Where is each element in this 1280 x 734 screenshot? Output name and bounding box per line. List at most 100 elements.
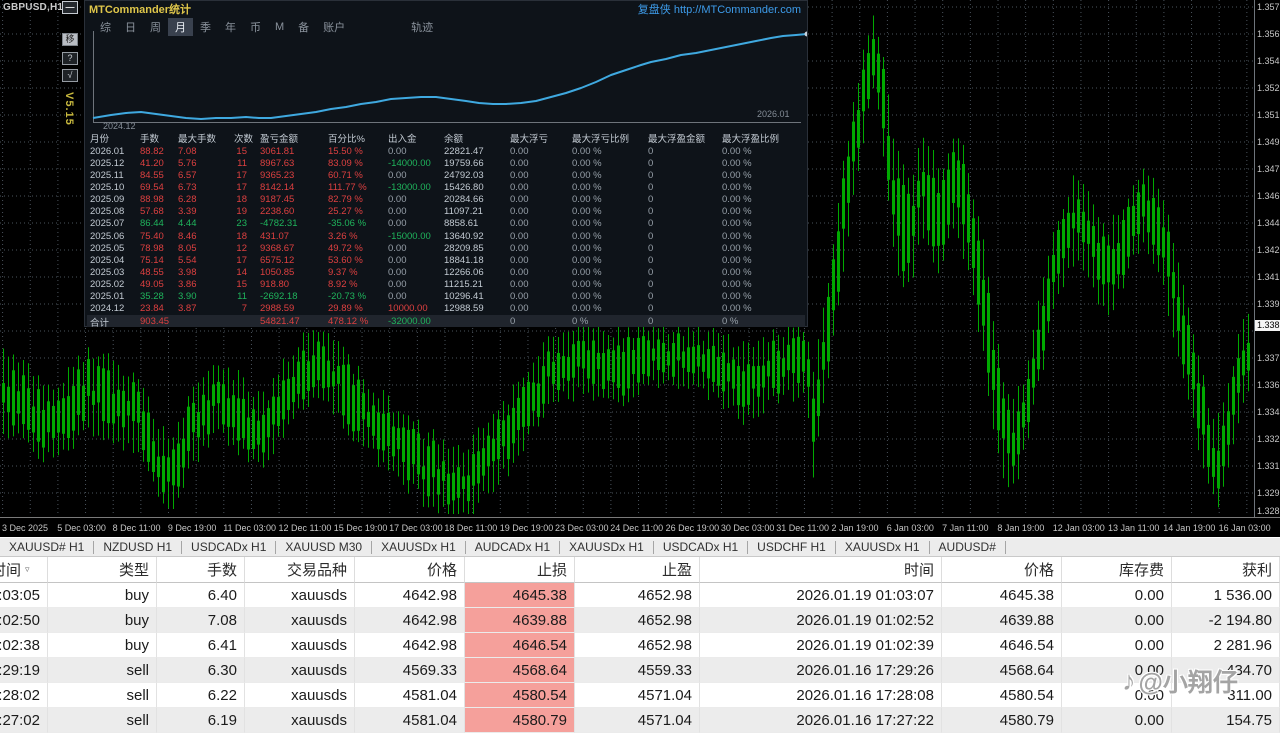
- trade-row[interactable]: :03:05buy6.40xauusds4642.984645.384652.9…: [0, 583, 1280, 608]
- stats-cell-max_dd: 0.00: [507, 303, 569, 314]
- panel-check-button[interactable]: √: [62, 69, 78, 82]
- stats-cell-profit: 918.80: [257, 279, 325, 290]
- panel-menu-item-备[interactable]: 备: [291, 18, 316, 36]
- stats-cell-balance: 11097.21: [441, 206, 507, 217]
- stats-cell-max_fp: 0: [645, 218, 719, 229]
- trade-header-price[interactable]: 价格: [355, 557, 465, 583]
- stats-cell-max_dd_pct: 0.00 %: [569, 206, 645, 217]
- stats-cell-balance: 22821.47: [441, 146, 507, 157]
- panel-menu-item-币[interactable]: 币: [243, 18, 268, 36]
- chart-tab[interactable]: USDCADx H1: [182, 541, 276, 554]
- stats-cell-deposit: -13000.00: [385, 182, 441, 193]
- trade-row[interactable]: :28:02sell6.22xauusds4581.044580.544571.…: [0, 683, 1280, 708]
- trade-header-close_price[interactable]: 价格: [942, 557, 1062, 583]
- stats-header-cell: 出入金: [385, 131, 441, 145]
- trade-cell-type: sell: [48, 658, 157, 683]
- stats-cell-count: 18: [231, 231, 257, 242]
- trade-header-swap[interactable]: 库存费: [1062, 557, 1172, 583]
- panel-menu-item-季[interactable]: 季: [193, 18, 218, 36]
- trade-row[interactable]: :02:38buy6.41xauusds4642.984646.544652.9…: [0, 633, 1280, 658]
- panel-move-button[interactable]: 移: [62, 33, 78, 46]
- panel-menu-item-年[interactable]: 年: [218, 18, 243, 36]
- time-tick-label: 18 Dec 11:00: [444, 523, 497, 533]
- chart-tab[interactable]: XAUUSD# H1: [0, 541, 94, 554]
- stats-cell-deposit: 0.00: [385, 279, 441, 290]
- stats-cell-max_fp: 0: [645, 182, 719, 193]
- trade-header-symbol[interactable]: 交易品种: [245, 557, 355, 583]
- chart-tab[interactable]: NZDUSD H1: [94, 541, 182, 554]
- trade-row[interactable]: :27:02sell6.19xauusds4581.044580.794571.…: [0, 708, 1280, 733]
- chart-tab[interactable]: XAUUSD M30: [276, 541, 372, 554]
- chart-tab[interactable]: USDCHF H1: [748, 541, 836, 554]
- trade-row[interactable]: :29:19sell6.30xauusds4569.334568.644559.…: [0, 658, 1280, 683]
- panel-menu-item-轨迹[interactable]: 轨迹: [404, 18, 440, 36]
- stats-cell-max_fp: 0: [645, 255, 719, 266]
- time-tick-label: 8 Jan 19:00: [997, 523, 1044, 533]
- panel-minimize-button[interactable]: —: [62, 1, 78, 14]
- panel-help-button[interactable]: ?: [62, 52, 78, 65]
- panel-menu-item-账户[interactable]: 账户: [316, 18, 352, 36]
- panel-menu-item-综[interactable]: 综: [93, 18, 118, 36]
- stats-cell-count: 11: [231, 291, 257, 302]
- chart-tab[interactable]: XAUUSDx H1: [836, 541, 930, 554]
- price-tick-label: 1.357: [1257, 2, 1280, 12]
- trade-cell-swap: 0.00: [1062, 633, 1172, 658]
- stats-cell-max_fp: 0: [645, 303, 719, 314]
- chart-tab[interactable]: XAUUSDx H1: [372, 541, 466, 554]
- trade-cell-sl: 4645.38: [465, 583, 575, 608]
- price-tick-label: 1.336: [1257, 380, 1280, 390]
- stats-header-cell: 最大浮盈金额: [645, 131, 719, 145]
- trade-cell-type: buy: [48, 608, 157, 633]
- price-tick-label: 1.351: [1257, 110, 1280, 120]
- stats-cell-max_lots: 5.76: [175, 158, 231, 169]
- equity-start-label: 2024.12: [103, 121, 136, 131]
- trade-header-sl[interactable]: 止损: [465, 557, 575, 583]
- stats-cell-percent: 3.26 %: [325, 231, 385, 242]
- stats-cell-max_dd: 0.00: [507, 170, 569, 181]
- stats-cell-month: 2025.07: [87, 218, 137, 229]
- stats-cell-lots: 903.45: [137, 316, 175, 327]
- stats-cell-max_fp_pct: 0.00 %: [719, 146, 781, 157]
- panel-menu-item-月[interactable]: 月: [168, 18, 193, 36]
- trade-cell-tp: 4559.33: [575, 658, 700, 683]
- price-tick-label: 1.352: [1257, 83, 1280, 93]
- panel-menu-item-M[interactable]: M: [268, 20, 291, 34]
- chart-tab[interactable]: XAUUSDx H1: [560, 541, 654, 554]
- stats-header-cell: 最大浮盈比例: [719, 131, 781, 145]
- trade-header-profit[interactable]: 获利: [1172, 557, 1280, 583]
- stats-cell-max_dd: 0.00: [507, 267, 569, 278]
- stats-cell-max_lots: 3.39: [175, 206, 231, 217]
- trade-header-type[interactable]: 类型: [48, 557, 157, 583]
- stats-cell-month: 2025.04: [87, 255, 137, 266]
- mtcommander-panel[interactable]: MTCommander统计 复盘侠 http://MTCommander.com…: [84, 0, 808, 327]
- watermark: ♪ @小翔仔: [1122, 663, 1238, 699]
- stats-cell-max_lots: 6.57: [175, 170, 231, 181]
- trade-cell-close_price: 4646.54: [942, 633, 1062, 658]
- stats-cell-percent: 111.77 %: [325, 182, 385, 193]
- chart-tab[interactable]: AUDCADx H1: [466, 541, 560, 554]
- stats-cell-max_dd: 0.00: [507, 194, 569, 205]
- panel-menu-item-周[interactable]: 周: [143, 18, 168, 36]
- price-tick-label: 1.341: [1257, 272, 1280, 282]
- chart-tab[interactable]: AUDUSD#: [930, 541, 1006, 554]
- chart-tab[interactable]: USDCADx H1: [654, 541, 748, 554]
- trade-header-tp[interactable]: 止盈: [575, 557, 700, 583]
- stats-cell-count: 14: [231, 267, 257, 278]
- stats-header-cell: 最大浮亏: [507, 131, 569, 145]
- stats-cell-lots: 75.14: [137, 255, 175, 266]
- panel-brand-link[interactable]: 复盘侠 http://MTCommander.com: [638, 1, 801, 17]
- time-axis[interactable]: 3 Dec 20255 Dec 03:008 Dec 11:009 Dec 19…: [0, 517, 1280, 538]
- stats-cell-percent: 478.12 %: [325, 316, 385, 327]
- stats-cell-max_fp_pct: 0.00 %: [719, 231, 781, 242]
- stats-cell-lots: 23.84: [137, 303, 175, 314]
- trade-header-close_time[interactable]: 时间: [700, 557, 942, 583]
- panel-menu-item-日[interactable]: 日: [118, 18, 143, 36]
- trade-header-open_time[interactable]: 时间▿: [0, 557, 48, 583]
- stats-cell-lots: 86.44: [137, 218, 175, 229]
- stats-row: 2025.0249.053.8615918.808.92 %0.0011215.…: [87, 279, 805, 291]
- stats-cell-balance: 18841.18: [441, 255, 507, 266]
- trade-row[interactable]: :02:50buy7.08xauusds4642.984639.884652.9…: [0, 608, 1280, 633]
- stats-cell-max_fp_pct: 0.00 %: [719, 206, 781, 217]
- trade-header-lots[interactable]: 手数: [157, 557, 245, 583]
- trade-cell-price: 4581.04: [355, 683, 465, 708]
